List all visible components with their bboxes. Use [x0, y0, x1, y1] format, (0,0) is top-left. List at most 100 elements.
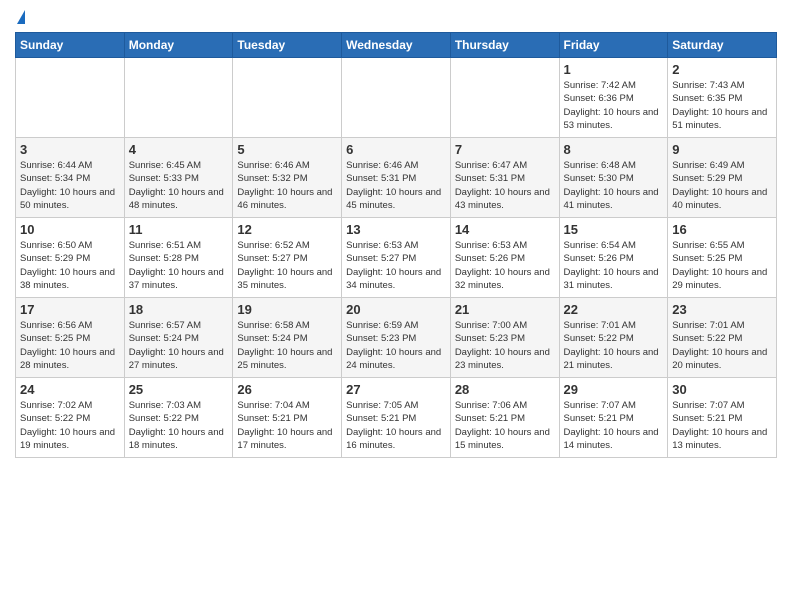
day-info: Sunrise: 7:07 AM Sunset: 5:21 PM Dayligh…: [564, 399, 664, 452]
logo-triangle-icon: [17, 10, 25, 24]
day-number: 7: [455, 142, 555, 157]
day-number: 5: [237, 142, 337, 157]
day-info: Sunrise: 7:04 AM Sunset: 5:21 PM Dayligh…: [237, 399, 337, 452]
calendar-cell: 27 Sunrise: 7:05 AM Sunset: 5:21 PM Dayli…: [342, 378, 451, 458]
weekday-header: Monday: [124, 33, 233, 58]
day-number: 9: [672, 142, 772, 157]
day-info: Sunrise: 7:42 AM Sunset: 6:36 PM Dayligh…: [564, 79, 664, 132]
day-number: 27: [346, 382, 446, 397]
day-info: Sunrise: 7:06 AM Sunset: 5:21 PM Dayligh…: [455, 399, 555, 452]
day-info: Sunrise: 6:55 AM Sunset: 5:25 PM Dayligh…: [672, 239, 772, 292]
day-info: Sunrise: 6:54 AM Sunset: 5:26 PM Dayligh…: [564, 239, 664, 292]
calendar-cell: 16 Sunrise: 6:55 AM Sunset: 5:25 PM Dayli…: [668, 218, 777, 298]
day-info: Sunrise: 7:07 AM Sunset: 5:21 PM Dayligh…: [672, 399, 772, 452]
header: [15, 10, 777, 24]
calendar-cell: 14Sunrise: 6:53 AM Sunset: 5:26 PM Dayli…: [450, 218, 559, 298]
day-info: Sunrise: 6:49 AM Sunset: 5:29 PM Dayligh…: [672, 159, 772, 212]
weekday-header: Friday: [559, 33, 668, 58]
calendar-week-row: 3 Sunrise: 6:44 AM Sunset: 5:34 PM Daylig…: [16, 138, 777, 218]
calendar-cell: 1 Sunrise: 7:42 AM Sunset: 6:36 PM Daylig…: [559, 58, 668, 138]
logo: [15, 10, 25, 24]
day-info: Sunrise: 6:51 AM Sunset: 5:28 PM Dayligh…: [129, 239, 229, 292]
calendar-cell: 20 Sunrise: 6:59 AM Sunset: 5:23 PM Dayli…: [342, 298, 451, 378]
day-number: 2: [672, 62, 772, 77]
day-info: Sunrise: 6:52 AM Sunset: 5:27 PM Dayligh…: [237, 239, 337, 292]
day-info: Sunrise: 6:48 AM Sunset: 5:30 PM Dayligh…: [564, 159, 664, 212]
day-number: 13: [346, 222, 446, 237]
day-number: 20: [346, 302, 446, 317]
calendar-cell: 30 Sunrise: 7:07 AM Sunset: 5:21 PM Dayli…: [668, 378, 777, 458]
day-number: 24: [20, 382, 120, 397]
calendar-cell: 24 Sunrise: 7:02 AM Sunset: 5:22 PM Dayli…: [16, 378, 125, 458]
calendar-week-row: 10 Sunrise: 6:50 AM Sunset: 5:29 PM Dayli…: [16, 218, 777, 298]
calendar-cell: 4Sunrise: 6:45 AM Sunset: 5:33 PM Daylig…: [124, 138, 233, 218]
calendar-cell: 19 Sunrise: 6:58 AM Sunset: 5:24 PM Dayli…: [233, 298, 342, 378]
calendar-table: SundayMondayTuesdayWednesdayThursdayFrid…: [15, 32, 777, 458]
calendar-cell: [124, 58, 233, 138]
calendar-cell: 17 Sunrise: 6:56 AM Sunset: 5:25 PM Dayli…: [16, 298, 125, 378]
day-number: 30: [672, 382, 772, 397]
day-number: 1: [564, 62, 664, 77]
calendar-cell: 25 Sunrise: 7:03 AM Sunset: 5:22 PM Dayli…: [124, 378, 233, 458]
day-info: Sunrise: 6:57 AM Sunset: 5:24 PM Dayligh…: [129, 319, 229, 372]
calendar-week-row: 17 Sunrise: 6:56 AM Sunset: 5:25 PM Dayli…: [16, 298, 777, 378]
day-number: 23: [672, 302, 772, 317]
main-container: SundayMondayTuesdayWednesdayThursdayFrid…: [0, 0, 792, 468]
calendar-cell: 7 Sunrise: 6:47 AM Sunset: 5:31 PM Daylig…: [450, 138, 559, 218]
calendar-cell: 12 Sunrise: 6:52 AM Sunset: 5:27 PM Dayli…: [233, 218, 342, 298]
day-number: 11: [129, 222, 229, 237]
day-info: Sunrise: 7:03 AM Sunset: 5:22 PM Dayligh…: [129, 399, 229, 452]
day-info: Sunrise: 6:47 AM Sunset: 5:31 PM Dayligh…: [455, 159, 555, 212]
calendar-week-row: 1 Sunrise: 7:42 AM Sunset: 6:36 PM Daylig…: [16, 58, 777, 138]
day-info: Sunrise: 6:56 AM Sunset: 5:25 PM Dayligh…: [20, 319, 120, 372]
calendar-cell: 5 Sunrise: 6:46 AM Sunset: 5:32 PM Daylig…: [233, 138, 342, 218]
day-info: Sunrise: 7:01 AM Sunset: 5:22 PM Dayligh…: [672, 319, 772, 372]
calendar-cell: 8 Sunrise: 6:48 AM Sunset: 5:30 PM Daylig…: [559, 138, 668, 218]
calendar-cell: 18 Sunrise: 6:57 AM Sunset: 5:24 PM Dayli…: [124, 298, 233, 378]
calendar-cell: 9 Sunrise: 6:49 AM Sunset: 5:29 PM Daylig…: [668, 138, 777, 218]
day-info: Sunrise: 6:59 AM Sunset: 5:23 PM Dayligh…: [346, 319, 446, 372]
day-info: Sunrise: 6:58 AM Sunset: 5:24 PM Dayligh…: [237, 319, 337, 372]
calendar-cell: 22 Sunrise: 7:01 AM Sunset: 5:22 PM Dayli…: [559, 298, 668, 378]
calendar-cell: 3 Sunrise: 6:44 AM Sunset: 5:34 PM Daylig…: [16, 138, 125, 218]
day-number: 15: [564, 222, 664, 237]
calendar-cell: [450, 58, 559, 138]
calendar-cell: 2Sunrise: 7:43 AM Sunset: 6:35 PM Daylig…: [668, 58, 777, 138]
weekday-header: Saturday: [668, 33, 777, 58]
day-number: 18: [129, 302, 229, 317]
day-number: 29: [564, 382, 664, 397]
weekday-header: Wednesday: [342, 33, 451, 58]
calendar-cell: [233, 58, 342, 138]
calendar-cell: [342, 58, 451, 138]
calendar-cell: [16, 58, 125, 138]
day-number: 22: [564, 302, 664, 317]
day-info: Sunrise: 6:46 AM Sunset: 5:32 PM Dayligh…: [237, 159, 337, 212]
day-number: 10: [20, 222, 120, 237]
day-info: Sunrise: 7:01 AM Sunset: 5:22 PM Dayligh…: [564, 319, 664, 372]
day-info: Sunrise: 6:44 AM Sunset: 5:34 PM Dayligh…: [20, 159, 120, 212]
day-number: 25: [129, 382, 229, 397]
calendar-cell: 13Sunrise: 6:53 AM Sunset: 5:27 PM Dayli…: [342, 218, 451, 298]
day-info: Sunrise: 6:50 AM Sunset: 5:29 PM Dayligh…: [20, 239, 120, 292]
calendar-cell: 10 Sunrise: 6:50 AM Sunset: 5:29 PM Dayli…: [16, 218, 125, 298]
calendar-cell: 23 Sunrise: 7:01 AM Sunset: 5:22 PM Dayli…: [668, 298, 777, 378]
day-number: 3: [20, 142, 120, 157]
day-info: Sunrise: 6:53 AM Sunset: 5:26 PM Dayligh…: [455, 239, 555, 292]
day-number: 8: [564, 142, 664, 157]
weekday-header-row: SundayMondayTuesdayWednesdayThursdayFrid…: [16, 33, 777, 58]
day-info: Sunrise: 7:02 AM Sunset: 5:22 PM Dayligh…: [20, 399, 120, 452]
day-number: 6: [346, 142, 446, 157]
day-number: 19: [237, 302, 337, 317]
day-number: 16: [672, 222, 772, 237]
calendar-cell: 29 Sunrise: 7:07 AM Sunset: 5:21 PM Dayli…: [559, 378, 668, 458]
calendar-cell: 28Sunrise: 7:06 AM Sunset: 5:21 PM Dayli…: [450, 378, 559, 458]
calendar-cell: 15 Sunrise: 6:54 AM Sunset: 5:26 PM Dayli…: [559, 218, 668, 298]
day-number: 17: [20, 302, 120, 317]
weekday-header: Thursday: [450, 33, 559, 58]
day-info: Sunrise: 7:05 AM Sunset: 5:21 PM Dayligh…: [346, 399, 446, 452]
day-number: 21: [455, 302, 555, 317]
day-info: Sunrise: 6:46 AM Sunset: 5:31 PM Dayligh…: [346, 159, 446, 212]
day-number: 26: [237, 382, 337, 397]
day-number: 12: [237, 222, 337, 237]
day-info: Sunrise: 7:00 AM Sunset: 5:23 PM Dayligh…: [455, 319, 555, 372]
